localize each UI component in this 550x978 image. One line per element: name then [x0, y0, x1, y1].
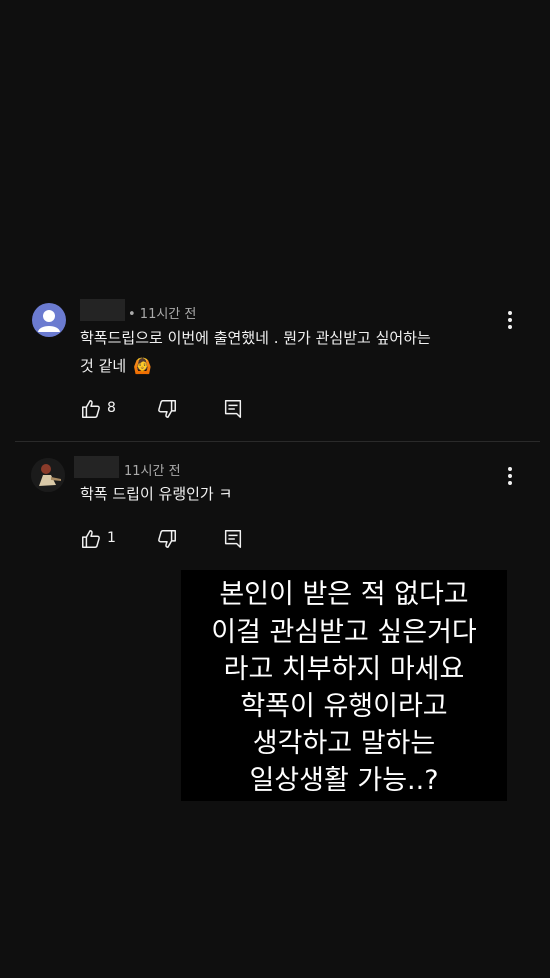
caption-overlay: 본인이 받은 적 없다고 이걸 관심받고 싶은거다 라고 치부하지 마세요 학폭…: [181, 570, 507, 801]
thumb-up-icon: [82, 530, 100, 548]
reply-button[interactable]: [222, 398, 244, 420]
more-options-button[interactable]: [500, 308, 520, 332]
caption-line-3: 라고 치부하지 마세요: [223, 654, 465, 685]
comment-divider: [15, 441, 540, 442]
caption-line-5: 생각하고 말하는: [252, 728, 436, 759]
caption-line-2: 이걸 관심받고 싶은거다: [211, 617, 477, 648]
comment-timestamp: 11시간 전: [124, 464, 181, 479]
user-avatar[interactable]: [32, 303, 66, 337]
redacted-username: [74, 456, 119, 478]
reply-icon: [224, 530, 242, 548]
thumb-up-icon: [82, 400, 100, 418]
like-button[interactable]: [80, 528, 102, 550]
emoji: 🙆: [132, 357, 152, 375]
more-vert-icon: [508, 311, 512, 315]
comment-text-line-2: 것 같네 🙆: [80, 354, 152, 378]
caption-line-6: 일상생활 가능..?: [249, 765, 439, 796]
reply-icon: [224, 400, 242, 418]
redacted-username: [80, 299, 125, 321]
more-options-button[interactable]: [500, 464, 520, 488]
like-count: 1: [107, 530, 116, 546]
comment-text-line-1: 학폭 드립이 유랭인가 ㅋ: [80, 485, 233, 503]
default-user-icon: [38, 310, 60, 332]
dislike-button[interactable]: [156, 528, 178, 550]
dislike-button[interactable]: [156, 398, 178, 420]
character-avatar-icon: [31, 458, 65, 492]
caption-line-4: 학폭이 유행이라고: [240, 691, 448, 722]
comment-text-line-1: 학폭드립으로 이번에 출연했네 . 뭔가 관심받고 싶어하는: [80, 329, 431, 347]
comment-text: 것 같네: [80, 357, 127, 375]
user-avatar[interactable]: [31, 458, 65, 492]
like-count: 8: [107, 400, 116, 416]
like-button[interactable]: [80, 398, 102, 420]
comment-timestamp: • 11시간 전: [128, 307, 197, 322]
reply-button[interactable]: [222, 528, 244, 550]
more-vert-icon: [508, 467, 512, 471]
thumb-down-icon: [158, 530, 176, 548]
caption-line-1: 본인이 받은 적 없다고: [219, 579, 469, 610]
thumb-down-icon: [158, 400, 176, 418]
